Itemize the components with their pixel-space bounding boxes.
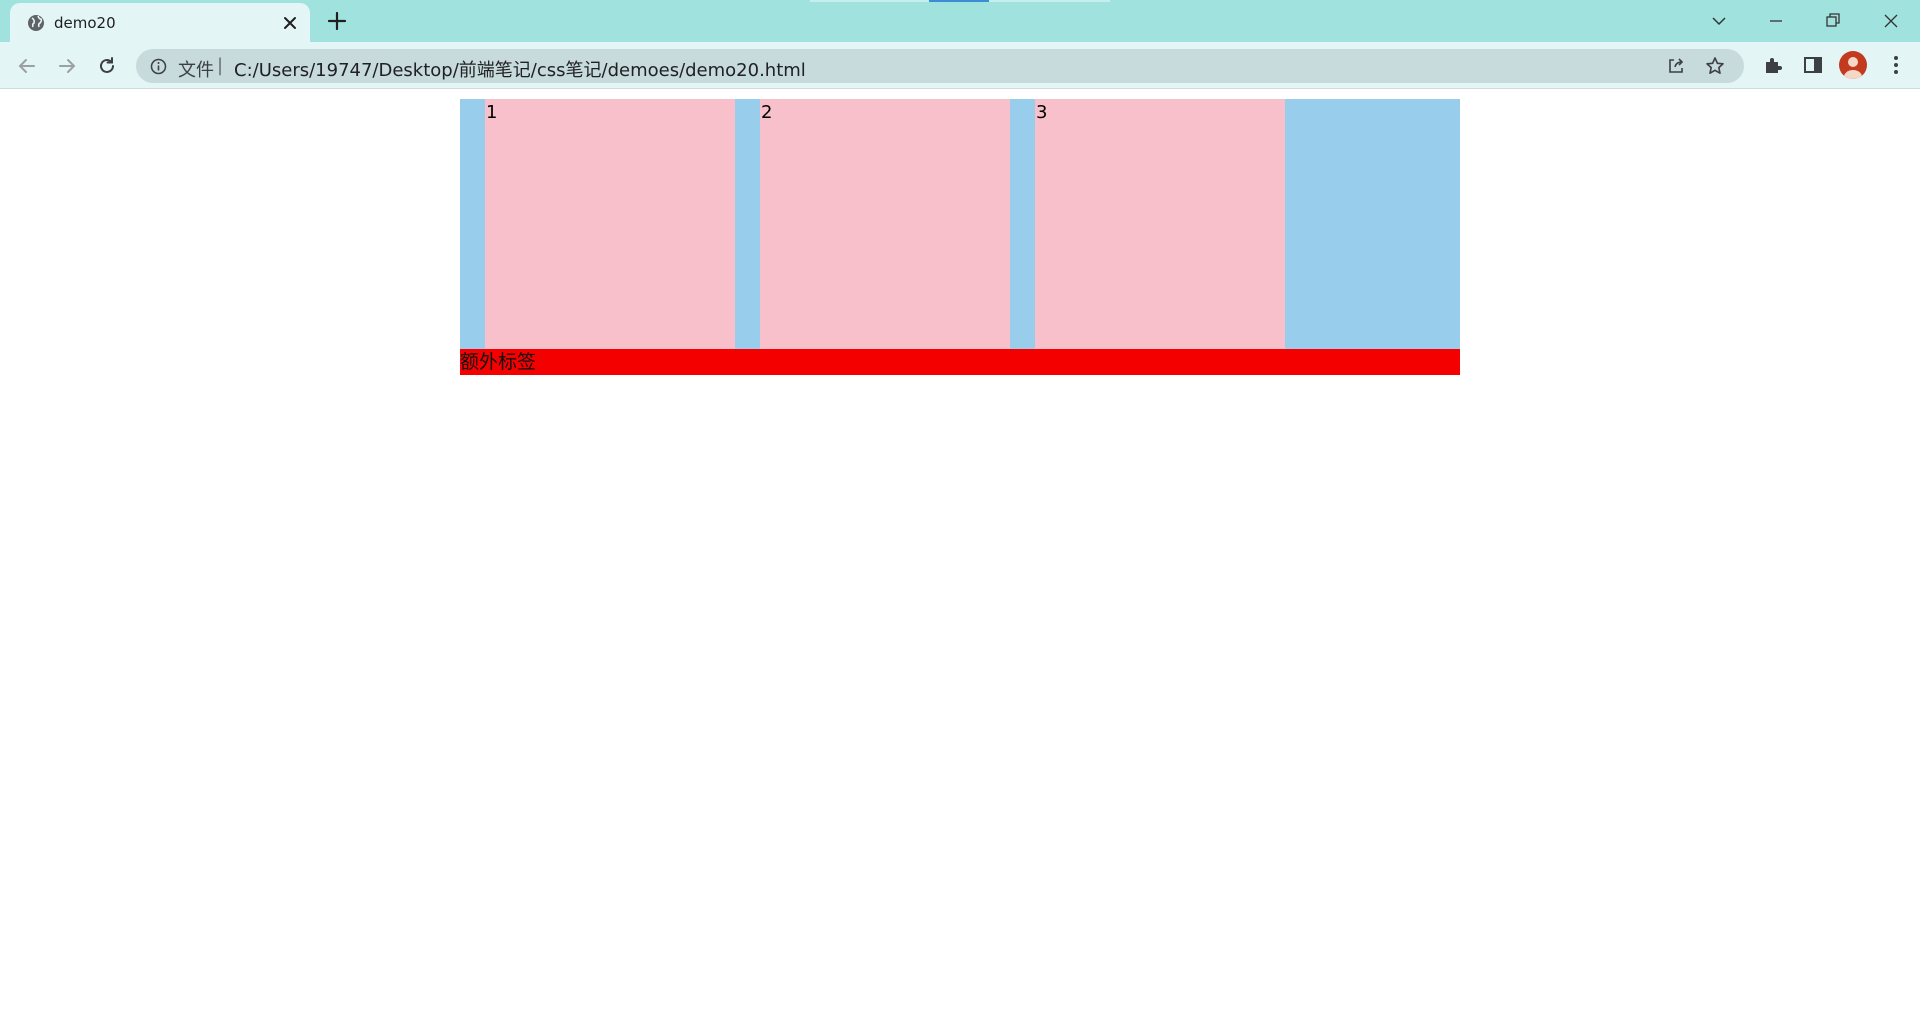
close-icon[interactable]: [280, 13, 300, 33]
extra-label-block: 额外标签: [460, 349, 1460, 375]
float-box-2: 2: [760, 99, 1010, 349]
close-window-icon[interactable]: [1876, 6, 1906, 36]
globe-icon: [28, 15, 44, 31]
avatar[interactable]: [1839, 51, 1867, 79]
chevron-down-icon[interactable]: [1704, 6, 1734, 36]
browser-toolbar: 文件 | C:/Users/19747/Desktop/前端笔记/css笔记/d…: [0, 42, 1920, 89]
minimize-icon[interactable]: [1761, 6, 1791, 36]
tab-title: demo20: [54, 14, 116, 32]
float-box-3: 3: [1035, 99, 1285, 349]
security-label[interactable]: 文件: [178, 56, 214, 82]
url-separator: |: [217, 55, 224, 76]
share-icon[interactable]: [1666, 56, 1686, 76]
plus-icon[interactable]: [325, 9, 349, 33]
reload-icon[interactable]: [93, 52, 121, 80]
forward-arrow-icon[interactable]: [53, 52, 81, 80]
browser-tab-active[interactable]: demo20: [10, 3, 310, 42]
tab-strip: demo20: [0, 0, 1920, 42]
avatar-icon: [1844, 57, 1862, 79]
star-icon[interactable]: [1704, 55, 1726, 77]
more-icon[interactable]: [1885, 54, 1907, 76]
puzzle-icon[interactable]: [1762, 54, 1784, 76]
address-bar[interactable]: 文件 | C:/Users/19747/Desktop/前端笔记/css笔记/d…: [136, 49, 1744, 83]
side-panel-icon[interactable]: [1802, 54, 1824, 76]
info-icon[interactable]: [150, 58, 167, 75]
url-text[interactable]: C:/Users/19747/Desktop/前端笔记/css笔记/demoes…: [234, 56, 806, 82]
float-container: 1 2 3: [460, 99, 1460, 349]
float-box-1: 1: [485, 99, 735, 349]
titlebar-accent: [929, 0, 989, 2]
back-arrow-icon[interactable]: [13, 52, 41, 80]
restore-icon[interactable]: [1818, 6, 1848, 36]
